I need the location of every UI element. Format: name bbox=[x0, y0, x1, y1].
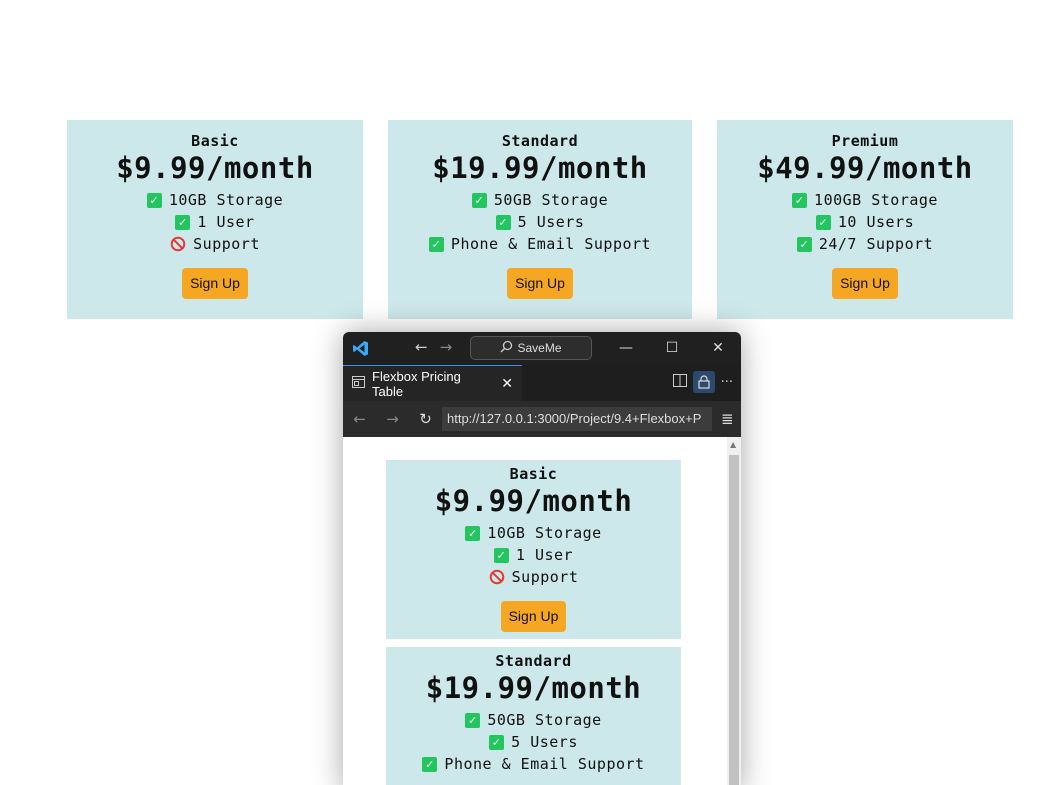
pricing-card-basic: Basic $9.99/month ✓ 10GB Storage ✓ 1 User … bbox=[67, 120, 363, 319]
pricing-card-standard: Standard $19.99/month ✓ 50GB Storage ✓ 5 U… bbox=[388, 120, 692, 319]
menu-icon[interactable]: ≣ bbox=[721, 410, 734, 428]
plan-name: Premium bbox=[831, 132, 899, 150]
feature-list: ✓ 50GB Storage ✓ 5 Users ✓ Phone & Email Su… bbox=[386, 709, 681, 775]
sign-up-button[interactable]: Sign Up bbox=[500, 601, 567, 632]
browser-tab-icon bbox=[352, 376, 365, 391]
more-options-icon[interactable]: ··· bbox=[721, 375, 733, 390]
plan-price: $9.99/month bbox=[434, 484, 633, 518]
check-icon: ✓ bbox=[792, 192, 808, 208]
plan-name: Basic bbox=[191, 132, 239, 150]
maximize-icon[interactable]: ☐ bbox=[649, 332, 695, 365]
forward-arrow-icon[interactable]: → bbox=[440, 338, 453, 356]
prohibited-icon bbox=[489, 569, 505, 585]
command-center-label: SaveMe bbox=[517, 341, 562, 355]
plan-name: Standard bbox=[501, 132, 579, 150]
check-icon: ✓ bbox=[471, 192, 487, 208]
feature-item: Support bbox=[67, 233, 363, 255]
check-icon: ✓ bbox=[422, 756, 438, 772]
check-icon: ✓ bbox=[428, 236, 444, 252]
lock-icon[interactable] bbox=[692, 371, 715, 393]
feature-item: ✓ 24/7 Support bbox=[717, 233, 1013, 255]
tab-bar: Flexbox Pricing Table ✕ ··· bbox=[343, 365, 741, 401]
pricing-card-standard: Standard $19.99/month ✓ 50GB Storage ✓ 5 U… bbox=[386, 647, 681, 785]
feature-list: ✓ 50GB Storage ✓ 5 Users ✓ Phone & Email Su… bbox=[388, 189, 692, 255]
plan-price: $19.99/month bbox=[432, 151, 648, 185]
plan-name: Standard bbox=[495, 652, 572, 670]
page-viewport: Basic $9.99/month ✓ 10GB Storage ✓ 1 User … bbox=[343, 437, 741, 785]
feature-item: ✓ 50GB Storage bbox=[386, 709, 681, 731]
check-icon: ✓ bbox=[175, 214, 191, 230]
forward-icon[interactable]: → bbox=[376, 410, 409, 428]
check-icon: ✓ bbox=[796, 236, 812, 252]
check-icon: ✓ bbox=[815, 214, 831, 230]
plan-name: Basic bbox=[509, 465, 558, 483]
minimize-icon[interactable]: — bbox=[603, 332, 649, 365]
feature-item: ✓ 10GB Storage bbox=[67, 189, 363, 211]
feature-item: ✓ 1 User bbox=[386, 544, 681, 566]
refresh-icon[interactable]: ↻ bbox=[409, 410, 442, 428]
feature-item: ✓ Phone & Email Support bbox=[386, 753, 681, 775]
sign-up-button[interactable]: Sign Up bbox=[832, 268, 898, 299]
feature-item: Support bbox=[386, 566, 681, 588]
browser-window: ← → SaveMe — ☐ ✕ Flexbox Pricing Table ✕ … bbox=[343, 332, 741, 785]
split-editor-icon[interactable] bbox=[672, 373, 687, 391]
plan-price: $19.99/month bbox=[425, 671, 642, 705]
feature-item: ✓ 1 User bbox=[67, 211, 363, 233]
feature-item: ✓ 100GB Storage bbox=[717, 189, 1013, 211]
plan-price: $9.99/month bbox=[116, 151, 314, 185]
search-icon bbox=[500, 340, 513, 356]
check-icon: ✓ bbox=[495, 214, 511, 230]
sign-up-button[interactable]: Sign Up bbox=[507, 268, 573, 299]
pricing-card-premium: Premium $49.99/month ✓ 100GB Storage ✓ 10 … bbox=[717, 120, 1013, 319]
check-icon: ✓ bbox=[493, 547, 509, 563]
check-icon: ✓ bbox=[465, 712, 481, 728]
check-icon: ✓ bbox=[489, 734, 505, 750]
feature-list: ✓ 10GB Storage ✓ 1 User Support bbox=[67, 189, 363, 255]
close-window-icon[interactable]: ✕ bbox=[695, 332, 741, 365]
feature-item: ✓ 50GB Storage bbox=[388, 189, 692, 211]
sign-up-button[interactable]: Sign Up bbox=[182, 268, 248, 299]
close-tab-icon[interactable]: ✕ bbox=[501, 376, 513, 392]
address-bar: ← → ↻ http://127.0.0.1:3000/Project/9.4+… bbox=[343, 401, 741, 437]
back-arrow-icon[interactable]: ← bbox=[415, 338, 428, 356]
prohibited-icon bbox=[170, 236, 186, 252]
feature-item: ✓ 10 Users bbox=[717, 211, 1013, 233]
check-icon: ✓ bbox=[146, 192, 162, 208]
feature-item: ✓ 5 Users bbox=[388, 211, 692, 233]
feature-list: ✓ 100GB Storage ✓ 10 Users ✓ 24/7 Support bbox=[717, 189, 1013, 255]
command-center[interactable]: SaveMe bbox=[470, 336, 592, 360]
scroll-up-icon[interactable]: ▲ bbox=[730, 440, 736, 449]
check-icon: ✓ bbox=[465, 525, 481, 541]
scrollbar-thumb[interactable] bbox=[729, 455, 739, 785]
tab-title: Flexbox Pricing Table bbox=[372, 368, 461, 399]
vscode-logo-icon bbox=[352, 340, 369, 362]
title-nav: ← → bbox=[415, 338, 464, 356]
back-icon[interactable]: ← bbox=[343, 410, 376, 428]
feature-list: ✓ 10GB Storage ✓ 1 User Support bbox=[386, 522, 681, 588]
pricing-card-basic: Basic $9.99/month ✓ 10GB Storage ✓ 1 User … bbox=[386, 460, 681, 639]
url-input[interactable]: http://127.0.0.1:3000/Project/9.4+Flexbo… bbox=[442, 407, 712, 431]
title-bar: ← → SaveMe — ☐ ✕ bbox=[343, 332, 741, 365]
feature-item: ✓ Phone & Email Support bbox=[388, 233, 692, 255]
feature-item: ✓ 5 Users bbox=[386, 731, 681, 753]
tab-flexbox-pricing-table[interactable]: Flexbox Pricing Table ✕ bbox=[343, 365, 522, 401]
tab-toolbar: ··· bbox=[672, 371, 733, 393]
window-controls: — ☐ ✕ bbox=[603, 332, 741, 365]
vertical-scrollbar[interactable]: ▲ bbox=[727, 437, 741, 785]
feature-item: ✓ 10GB Storage bbox=[386, 522, 681, 544]
plan-price: $49.99/month bbox=[757, 151, 973, 185]
